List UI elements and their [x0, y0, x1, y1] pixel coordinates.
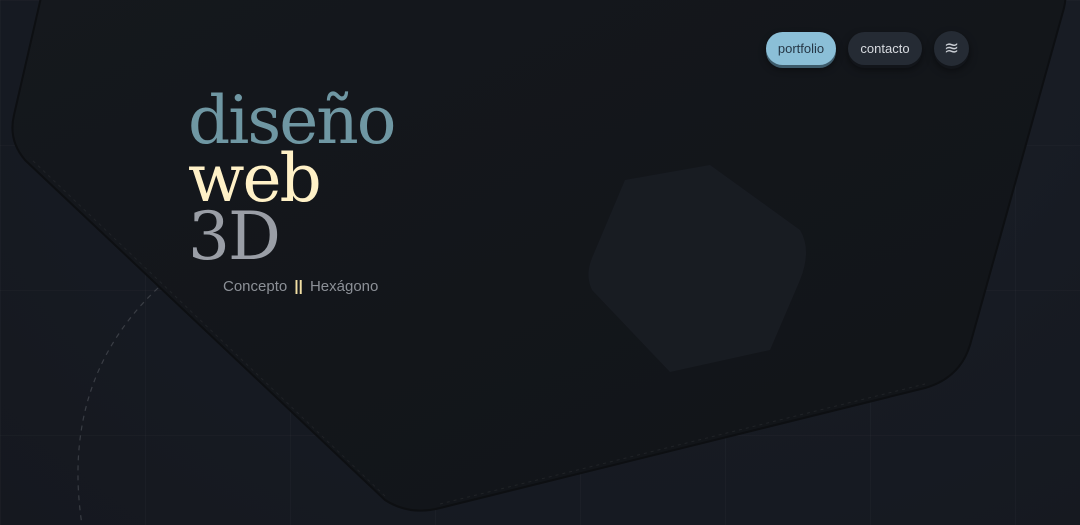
hero-title: diseño web 3D — [188, 88, 397, 270]
dashed-curve-line — [77, 287, 159, 525]
portfolio-button[interactable]: portfolio — [766, 32, 836, 65]
subtitle-right-text: Hexágono — [309, 278, 379, 295]
hero-subtitle: Concepto || Hexágono — [223, 278, 378, 295]
hero-stage: diseño web 3D Concepto || Hexágono portf… — [0, 0, 1080, 525]
hexagon-backdrop — [11, 0, 1067, 525]
large-hexagon-shape — [11, 0, 1067, 512]
waves-menu-icon: ≋ — [943, 38, 960, 59]
contact-button[interactable]: contacto — [848, 32, 922, 65]
top-navigation: portfolio contacto ≋ — [766, 31, 969, 66]
menu-button[interactable]: ≋ — [934, 31, 969, 66]
subtitle-left-text: Concepto — [223, 278, 288, 295]
subtitle-separator: || — [294, 278, 303, 295]
